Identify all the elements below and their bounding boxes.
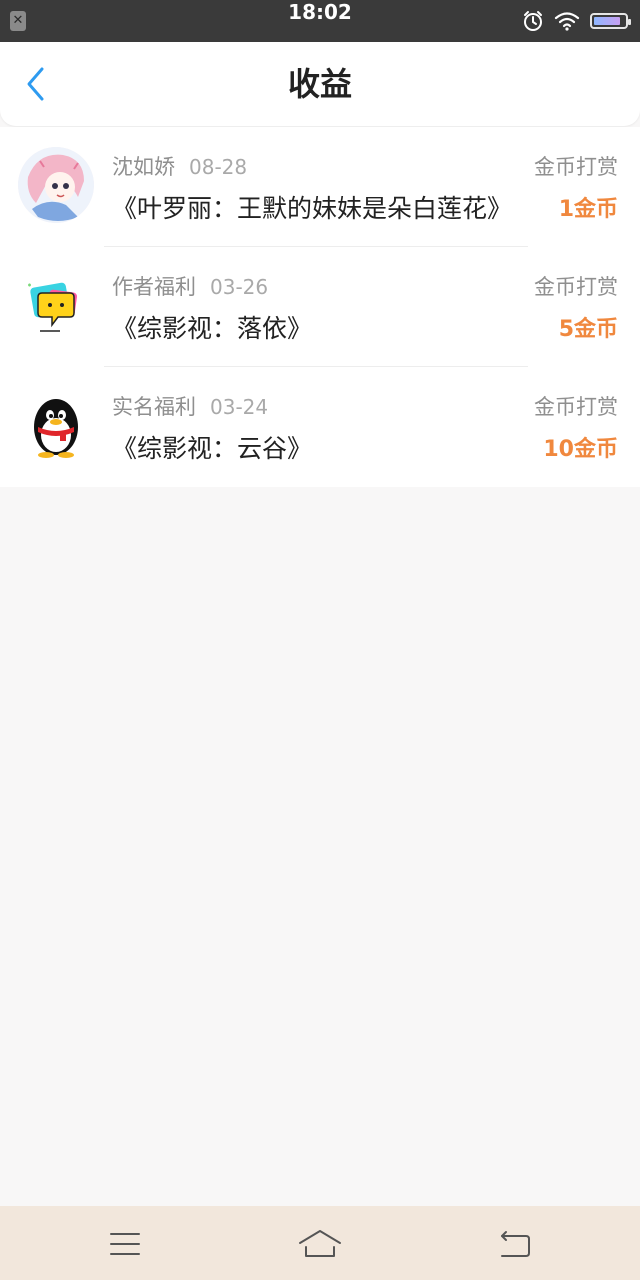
earning-meta: 沈如娇 08-28 <box>112 151 247 181</box>
list-item[interactable]: 作者福利 03-26 《综影视：落依》 金币打赏 5金币 <box>0 247 640 367</box>
earning-date: 08-28 <box>189 155 248 179</box>
earning-amount: 1金币 <box>558 197 618 222</box>
list-item[interactable]: 沈如娇 08-28 《叶罗丽：王默的妹妹是朵白莲花》 金币打赏 1金币 <box>0 127 640 247</box>
book-title: 《叶罗丽：王默的妹妹是朵白莲花》 <box>112 194 513 223</box>
home-icon <box>299 1230 341 1257</box>
app-header: 收益 <box>0 42 640 126</box>
battery-icon <box>590 13 631 29</box>
home-button[interactable] <box>292 1224 348 1264</box>
penguin-avatar <box>18 387 94 463</box>
alarm-icon <box>524 11 542 31</box>
page-title: 收益 <box>287 65 352 103</box>
back-icon <box>501 1231 530 1257</box>
earning-type: 金币打赏 <box>534 155 618 179</box>
book-title: 《综影视：落依》 <box>112 314 313 343</box>
wifi-icon <box>554 12 580 31</box>
status-bar: ✕ 18:02 <box>0 0 640 42</box>
source-name: 作者福利 <box>112 275 196 299</box>
book-title: 《综影视：云谷》 <box>112 434 313 463</box>
earning-meta: 实名福利 03-24 <box>112 391 268 421</box>
earning-amount: 10金币 <box>543 437 618 462</box>
status-icons <box>522 9 631 33</box>
earning-date: 03-26 <box>210 275 269 299</box>
list-item[interactable]: 实名福利 03-24 《综影视：云谷》 金币打赏 10金币 <box>0 367 640 487</box>
source-name: 实名福利 <box>112 395 196 419</box>
yellow-chat-bubble-avatar <box>18 267 94 343</box>
anime-girl-avatar <box>18 147 94 223</box>
back-nav-button[interactable] <box>487 1224 543 1264</box>
earnings-list: 沈如娇 08-28 《叶罗丽：王默的妹妹是朵白莲花》 金币打赏 1金币 作者福利 0… <box>0 127 640 487</box>
earning-amount: 5金币 <box>558 317 618 342</box>
source-name: 沈如娇 <box>112 155 175 179</box>
system-nav-bar <box>0 1206 640 1280</box>
earning-type: 金币打赏 <box>534 395 618 419</box>
menu-button[interactable] <box>97 1224 153 1264</box>
earning-date: 03-24 <box>210 395 269 419</box>
earning-type: 金币打赏 <box>534 275 618 299</box>
menu-icon <box>110 1233 140 1255</box>
earning-meta: 作者福利 03-26 <box>112 271 268 301</box>
